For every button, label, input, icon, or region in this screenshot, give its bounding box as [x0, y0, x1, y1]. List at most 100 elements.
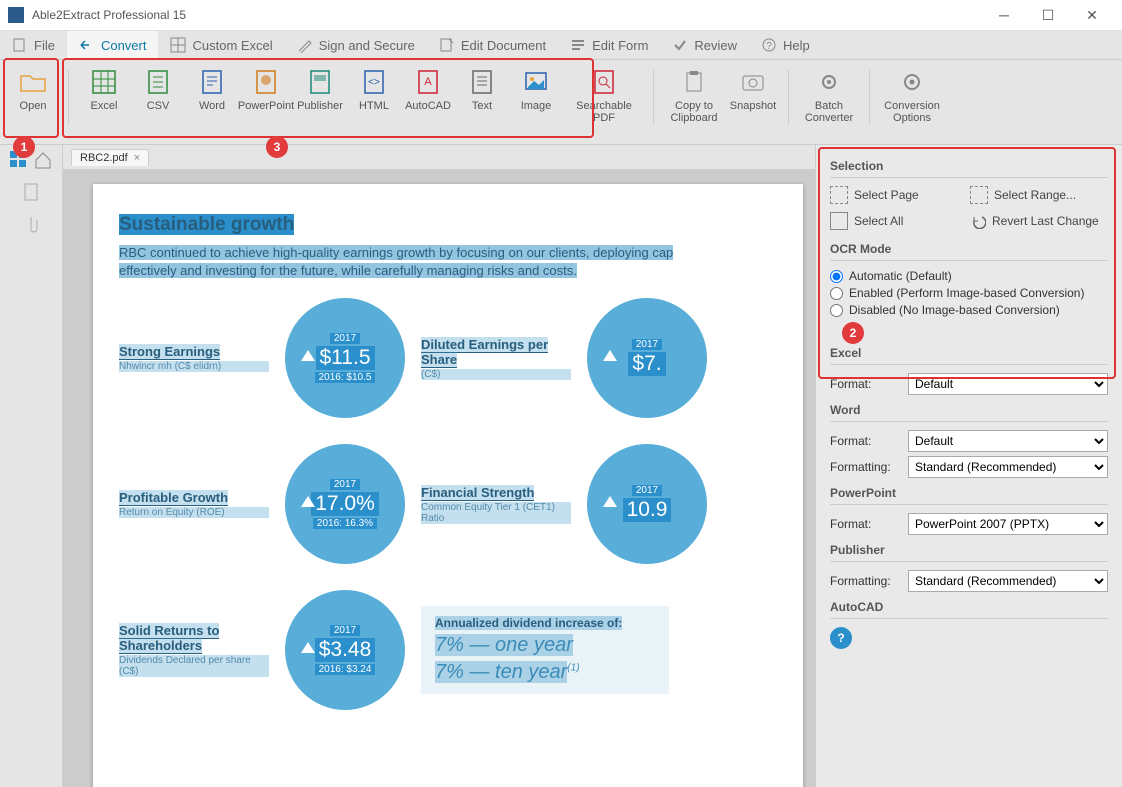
publisher-button[interactable]: Publisher: [295, 66, 345, 130]
thumbnails-grid-icon[interactable]: [8, 149, 30, 171]
maximize-button[interactable]: ☐: [1026, 1, 1070, 29]
annualized-box: Annualized dividend increase of: 7% — on…: [421, 606, 669, 694]
word-format-select[interactable]: Default: [908, 430, 1108, 452]
image-button[interactable]: Image: [511, 66, 561, 130]
copy-clipboard-button[interactable]: Copy to Clipboard: [664, 66, 724, 130]
range-icon: [970, 186, 988, 204]
label-formatting: Formatting:: [830, 460, 900, 474]
metric-circle: 201710.9: [587, 444, 707, 564]
publisher-icon: [306, 68, 334, 96]
convert-icon: [79, 37, 95, 53]
metric-label: Strong EarningsNhwincr mh (C$ elidrn): [119, 344, 269, 372]
autocad-button[interactable]: AAutoCAD: [403, 66, 453, 130]
csv-icon: [144, 68, 172, 96]
document-area: RBC2.pdf × Sustainable growth RBC continu…: [63, 145, 815, 787]
file-icon: [12, 37, 28, 53]
form-icon: [570, 37, 586, 53]
conversion-options-button[interactable]: Conversion Options: [880, 66, 944, 130]
page: Sustainable growth RBC continued to achi…: [93, 184, 803, 787]
batch-converter-button[interactable]: Batch Converter: [799, 66, 859, 130]
annotation-badge-2: 2: [842, 322, 864, 344]
side-panel: Selection Select Page Select Range... Se…: [815, 145, 1122, 787]
searchable-pdf-button[interactable]: Searchable PDF: [565, 66, 643, 130]
search-pdf-icon: [590, 68, 618, 96]
text-button[interactable]: Text: [457, 66, 507, 130]
grid-icon: [170, 37, 186, 53]
ppt-format-select[interactable]: PowerPoint 2007 (PPTX): [908, 513, 1108, 535]
doc-body: RBC continued to achieve high-quality ea…: [119, 244, 777, 280]
tab-close-icon[interactable]: ×: [134, 152, 140, 164]
excel-button[interactable]: Excel: [79, 66, 129, 130]
menu-review[interactable]: Review: [660, 31, 749, 59]
ocr-disabled-radio[interactable]: Disabled (No Image-based Conversion): [830, 303, 1108, 317]
camera-icon: [739, 68, 767, 96]
minimize-button[interactable]: ─: [982, 1, 1026, 29]
menu-convert[interactable]: Convert: [67, 31, 159, 59]
metric-circle: 2017$3.482016: $3.24: [285, 590, 405, 710]
close-button[interactable]: ✕: [1070, 1, 1114, 29]
undo-icon: [970, 213, 986, 229]
ocr-enabled-radio[interactable]: Enabled (Perform Image-based Conversion): [830, 286, 1108, 300]
section-word: Word: [830, 399, 1108, 422]
autocad-icon: A: [414, 68, 442, 96]
select-all-button[interactable]: Select All: [830, 212, 950, 230]
section-powerpoint: PowerPoint: [830, 482, 1108, 505]
help-button[interactable]: ?: [830, 627, 852, 649]
pub-formatting-select[interactable]: Standard (Recommended): [908, 570, 1108, 592]
metric-label: Profitable GrowthReturn on Equity (ROE): [119, 490, 269, 518]
main-area: RBC2.pdf × Sustainable growth RBC continu…: [0, 145, 1122, 787]
open-button[interactable]: Open: [8, 66, 58, 130]
attachments-icon[interactable]: [20, 213, 42, 235]
metric-label: Financial StrengthCommon Equity Tier 1 (…: [421, 485, 571, 524]
gear-icon: [815, 68, 843, 96]
word-formatting-select[interactable]: Standard (Recommended): [908, 456, 1108, 478]
html-button[interactable]: <>HTML: [349, 66, 399, 130]
menu-sign[interactable]: Sign and Secure: [285, 31, 427, 59]
check-icon: [672, 37, 688, 53]
gear-icon: [898, 68, 926, 96]
help-icon: ?: [761, 37, 777, 53]
folder-icon: [19, 68, 47, 96]
section-autocad: AutoCAD: [830, 596, 1108, 619]
metric-circle: 2017$11.52016: $10.5: [285, 298, 405, 418]
menu-edit-form[interactable]: Edit Form: [558, 31, 660, 59]
metric-row-2: Profitable GrowthReturn on Equity (ROE) …: [119, 444, 777, 564]
title-bar: Able2Extract Professional 15 ─ ☐ ✕: [0, 0, 1122, 31]
select-page-button[interactable]: Select Page: [830, 186, 950, 204]
section-ocr: OCR Mode: [830, 238, 1108, 261]
revert-button[interactable]: Revert Last Change: [970, 212, 1099, 230]
powerpoint-button[interactable]: PowerPoint: [241, 66, 291, 130]
html-icon: <>: [360, 68, 388, 96]
pen-icon: [297, 37, 313, 53]
metric-label: Diluted Earnings per Share(C$): [421, 337, 571, 380]
doc-heading: Sustainable growth: [119, 214, 294, 235]
ribbon: Open Excel CSV Word PowerPoint Publisher…: [0, 60, 1122, 145]
home-icon[interactable]: [32, 149, 54, 171]
bookmarks-icon[interactable]: [20, 181, 42, 203]
excel-icon: [90, 68, 118, 96]
check-icon: [830, 212, 848, 230]
select-range-button[interactable]: Select Range...: [970, 186, 1090, 204]
app-title: Able2Extract Professional 15: [32, 8, 982, 22]
snapshot-button[interactable]: Snapshot: [728, 66, 778, 130]
menu-edit-document[interactable]: Edit Document: [427, 31, 558, 59]
label-formatting: Formatting:: [830, 574, 900, 588]
svg-text:?: ?: [766, 41, 772, 52]
word-button[interactable]: Word: [187, 66, 237, 130]
ppt-icon: [252, 68, 280, 96]
svg-text:<>: <>: [368, 77, 380, 88]
left-sidebar: [0, 145, 63, 787]
tab-label: RBC2.pdf: [80, 152, 128, 164]
word-icon: [198, 68, 226, 96]
excel-format-select[interactable]: Default: [908, 373, 1108, 395]
ocr-automatic-radio[interactable]: Automatic (Default): [830, 269, 1108, 283]
document-viewport[interactable]: Sustainable growth RBC continued to achi…: [63, 170, 815, 787]
menu-custom-excel[interactable]: Custom Excel: [158, 31, 284, 59]
menu-help[interactable]: ?Help: [749, 31, 822, 59]
svg-text:A: A: [424, 76, 432, 88]
csv-button[interactable]: CSV: [133, 66, 183, 130]
menu-file[interactable]: File: [0, 31, 67, 59]
page-icon: [830, 186, 848, 204]
document-tab[interactable]: RBC2.pdf ×: [71, 149, 149, 166]
section-publisher: Publisher: [830, 539, 1108, 562]
